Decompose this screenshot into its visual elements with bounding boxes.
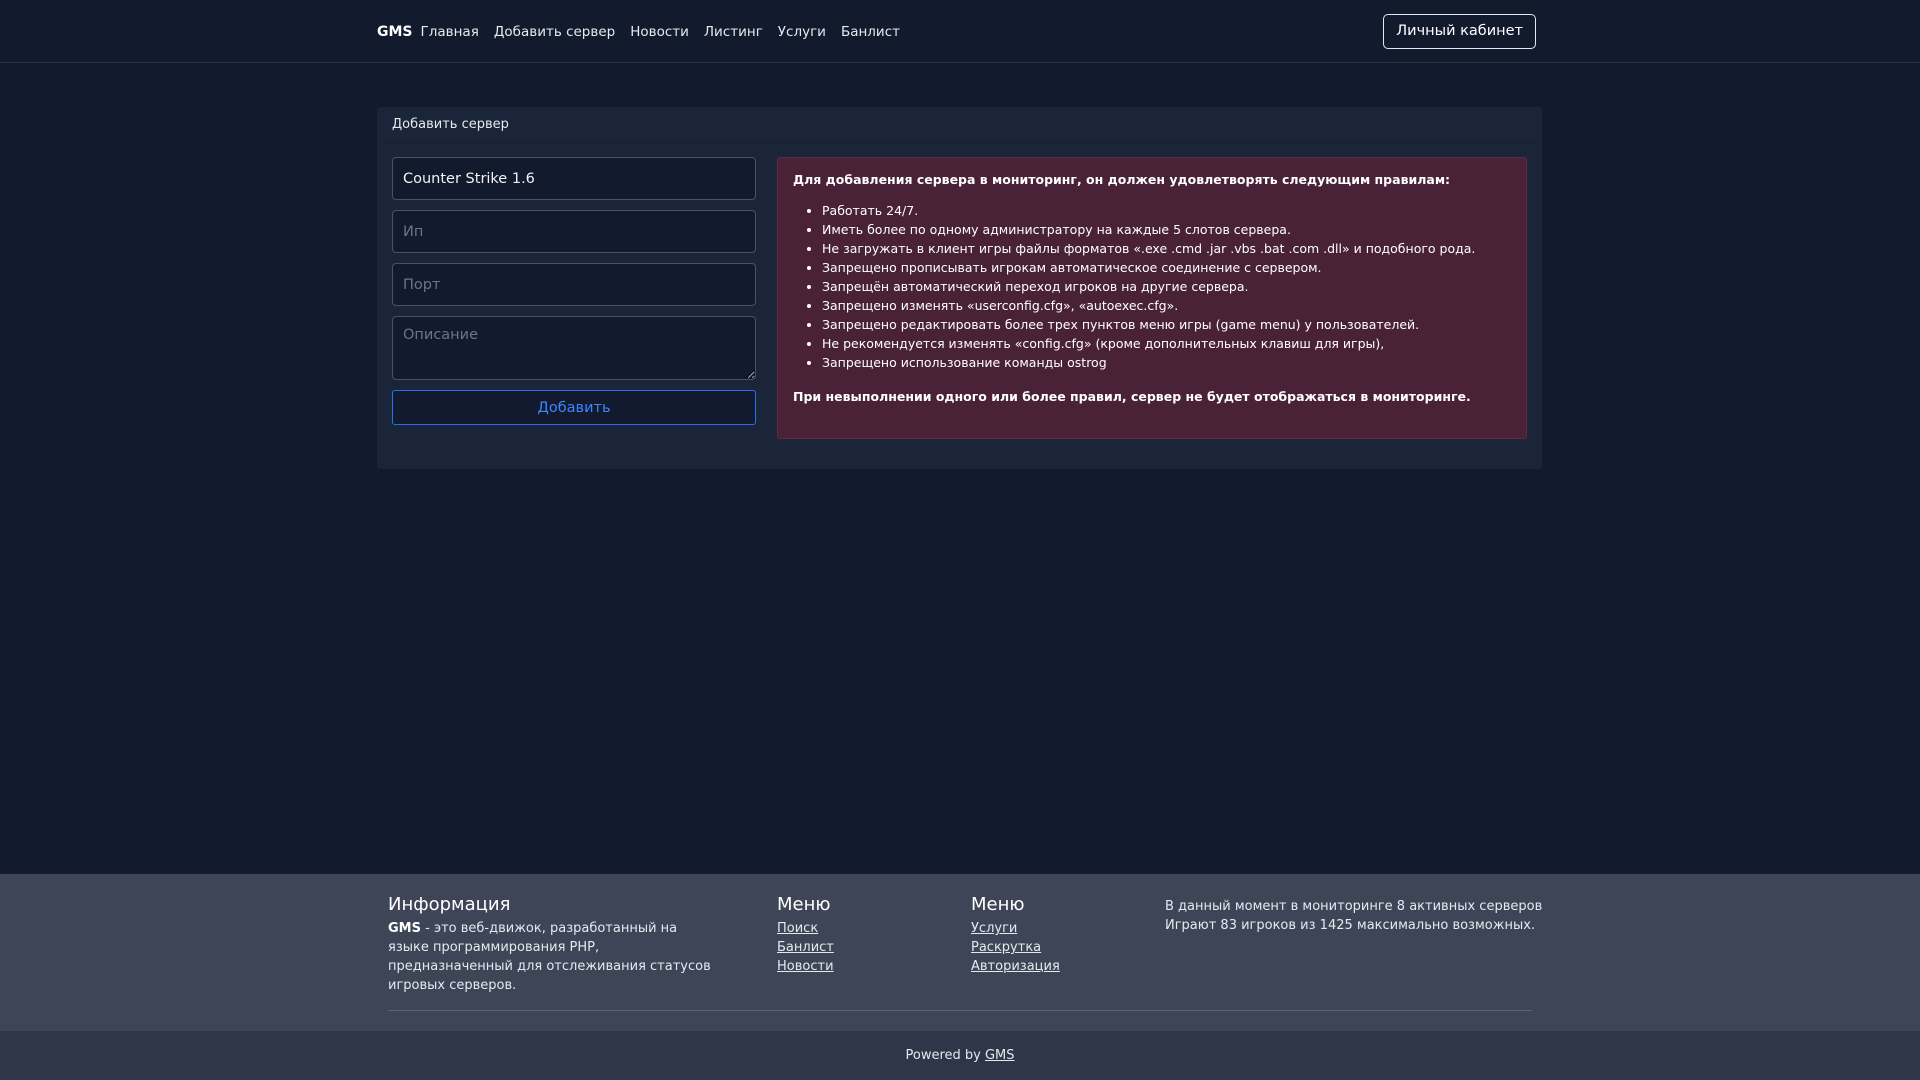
rule-item: Запрещено прописывать игрокам автоматиче… (822, 258, 1511, 277)
nav-link-home[interactable]: Главная (421, 24, 479, 40)
ip-input[interactable] (392, 210, 756, 253)
rule-item: Работать 24/7. (822, 201, 1511, 220)
footer-link-promotion[interactable]: Раскрутка (971, 938, 1151, 957)
footer-info-title: Информация (388, 894, 511, 915)
powered-by-text: Powered by (905, 1048, 985, 1063)
rule-item: Не загружать в клиент игры файлы формато… (822, 239, 1511, 258)
nav-links: GMS Главная Добавить сервер Новости Лист… (377, 24, 915, 40)
port-input[interactable] (392, 263, 756, 306)
footer-menu-2: Меню Услуги Раскрутка Авторизация (971, 894, 1151, 976)
card-title: Добавить сервер (377, 107, 1542, 143)
nav-link-banlist[interactable]: Банлист (841, 24, 900, 40)
rules-title: Для добавления сервера в мониторинг, он … (793, 172, 1451, 187)
footer-info-text: GMS - это веб-движок, разработанный на я… (388, 919, 718, 995)
nav-link-news[interactable]: Новости (630, 24, 689, 40)
footer-stats-servers: В данный момент в мониторинге 8 активных… (1165, 899, 1543, 914)
footer-divider (388, 1010, 1532, 1011)
footer-stats-players: Играют 83 игроков из 1425 максимально во… (1165, 918, 1536, 933)
footer-menu-1-title: Меню (777, 894, 831, 915)
rule-item: Иметь более по одному администратору на … (822, 220, 1511, 239)
nav-link-services[interactable]: Услуги (778, 24, 826, 40)
footer-menu-2-title: Меню (971, 894, 1025, 915)
add-server-card: Добавить сервер Добавить Для добавления … (377, 107, 1542, 469)
powered-by-bar: Powered by GMS (0, 1031, 1920, 1080)
navbar-inner: GMS Главная Добавить сервер Новости Лист… (377, 0, 1536, 63)
game-input[interactable] (392, 157, 756, 200)
powered-by-link[interactable]: GMS (985, 1048, 1015, 1063)
add-server-form: Добавить (392, 157, 756, 425)
rule-item: Запрещено редактировать более трех пункт… (822, 315, 1511, 334)
footer-link-search[interactable]: Поиск (777, 919, 957, 938)
footer: Информация GMS - это веб-движок, разрабо… (0, 874, 1920, 1031)
footer-stats: В данный момент в мониторинге 8 активных… (1165, 897, 1545, 935)
rule-item: Запрещено изменять «userconfig.cfg», «au… (822, 296, 1511, 315)
rule-item: Запрещено использование команды ostrog (822, 353, 1511, 372)
footer-info-description: - это веб-движок, разработанный на языке… (388, 921, 711, 993)
rule-item: Не рекомендуется изменять «config.cfg» (… (822, 334, 1511, 353)
rules-footer: При невыполнении одного или более правил… (793, 389, 1471, 404)
footer-link-services[interactable]: Услуги (971, 919, 1151, 938)
nav-link-add-server[interactable]: Добавить сервер (494, 24, 615, 40)
footer-link-login[interactable]: Авторизация (971, 957, 1151, 976)
footer-info-brand: GMS (388, 921, 421, 936)
add-button[interactable]: Добавить (392, 390, 756, 425)
footer-link-banlist[interactable]: Банлист (777, 938, 957, 957)
footer-menu-1: Меню Поиск Банлист Новости (777, 894, 957, 976)
rule-item: Запрещён автоматический переход игроков … (822, 277, 1511, 296)
personal-cabinet-button[interactable]: Личный кабинет (1383, 14, 1536, 49)
rules-list: Работать 24/7. Иметь более по одному адм… (822, 201, 1511, 372)
nav-link-listing[interactable]: Листинг (704, 24, 763, 40)
footer-link-news[interactable]: Новости (777, 957, 957, 976)
footer-info: Информация GMS - это веб-движок, разрабо… (388, 894, 718, 995)
navbar: GMS Главная Добавить сервер Новости Лист… (0, 0, 1920, 63)
brand-logo[interactable]: GMS (377, 24, 413, 40)
description-textarea[interactable] (392, 316, 756, 380)
rules-alert: Для добавления сервера в мониторинг, он … (777, 157, 1527, 439)
